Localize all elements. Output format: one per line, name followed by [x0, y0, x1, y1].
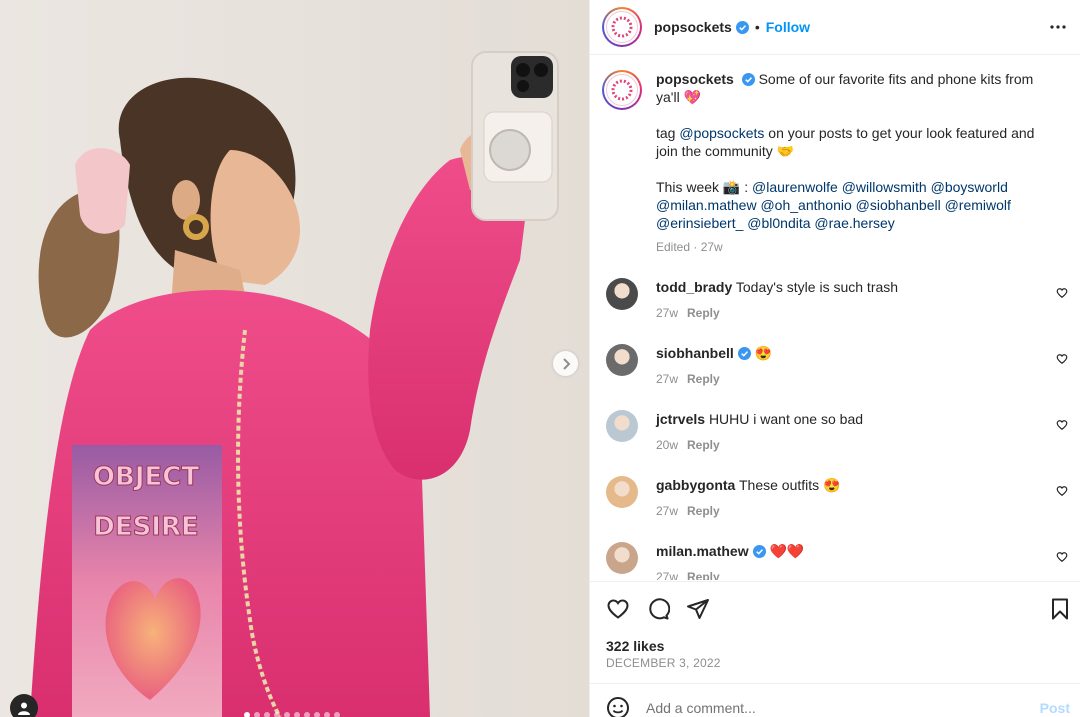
- carousel-dot: [284, 712, 290, 717]
- carousel-dot: [304, 712, 310, 717]
- shirt-print-line-2: DESIRE: [93, 512, 199, 542]
- like-heart-icon[interactable]: [606, 597, 630, 621]
- comment-bubble-icon[interactable]: [646, 597, 670, 621]
- mention-link[interactable]: @erinsiebert_: [656, 215, 743, 231]
- caption-text-3-pre: This week 📸 :: [656, 179, 753, 195]
- verified-badge-icon: [735, 20, 749, 34]
- mention-link[interactable]: @willowsmith: [842, 179, 927, 195]
- add-comment-bar: Post: [590, 683, 1080, 717]
- user-icon: [18, 702, 30, 715]
- comment-username[interactable]: milan.mathew: [656, 543, 749, 559]
- carousel-dot: [264, 712, 270, 717]
- header-separator: •: [754, 19, 760, 35]
- comment-username[interactable]: jctrvels: [656, 411, 705, 427]
- comment-input[interactable]: [646, 700, 1026, 716]
- caption-meta: Edited · 27w: [656, 240, 723, 254]
- caption-text-2-pre: tag: [656, 125, 680, 141]
- next-image-button[interactable]: [553, 351, 578, 376]
- comment-item: siobhanbell 😍 27w Reply: [606, 344, 1074, 388]
- post-comment-button[interactable]: Post: [1040, 700, 1070, 716]
- share-send-icon[interactable]: [686, 597, 710, 621]
- mention-link[interactable]: @siobhanbell: [856, 197, 941, 213]
- photo-scene: OBJECT DESIRE: [0, 0, 589, 717]
- post-actions: 322 likes DECEMBER 3, 2022: [590, 581, 1080, 683]
- more-options-icon[interactable]: [1048, 22, 1068, 32]
- comment-like-heart-icon[interactable]: [1056, 551, 1068, 563]
- comment-like-heart-icon[interactable]: [1056, 287, 1068, 299]
- comment-avatar[interactable]: [606, 410, 638, 442]
- comment-username[interactable]: siobhanbell: [656, 345, 734, 361]
- comment-item: milan.mathew ❤️❤️ 27w Reply: [606, 542, 1074, 580]
- verified-badge-icon: [737, 347, 751, 360]
- comment-username[interactable]: todd_brady: [656, 279, 732, 295]
- comment-like-heart-icon[interactable]: [1056, 485, 1068, 497]
- carousel-dot: [324, 712, 330, 717]
- comment-text: 😍: [754, 345, 773, 361]
- carousel-indicator: [244, 712, 340, 717]
- reply-button[interactable]: Reply: [687, 504, 720, 518]
- mention-link[interactable]: @laurenwolfe: [752, 179, 838, 195]
- author-username[interactable]: popsockets: [654, 19, 732, 35]
- comment-username[interactable]: gabbygonta: [656, 477, 735, 493]
- caption-time: 27w: [700, 240, 723, 254]
- mention-link[interactable]: @bl0ndita: [747, 215, 810, 231]
- mention-link[interactable]: @remiwolf: [945, 197, 1011, 213]
- comment-time: 27w: [656, 570, 679, 580]
- carousel-dot: [274, 712, 280, 717]
- post-caption: popsockets Some of our favorite fits and…: [590, 56, 1080, 256]
- comment-text: HUHU i want one so bad: [708, 411, 864, 427]
- comment-like-heart-icon[interactable]: [1056, 353, 1068, 365]
- comment-text: ❤️❤️: [769, 543, 805, 559]
- reply-button[interactable]: Reply: [687, 438, 720, 452]
- edited-label: Edited: [656, 240, 691, 254]
- comment-time: 27w: [656, 306, 679, 320]
- comment-item: jctrvels HUHU i want one so bad 20w Reply: [606, 410, 1074, 454]
- author-avatar[interactable]: [602, 7, 642, 47]
- tagged-users-button[interactable]: [10, 694, 38, 717]
- caption-username[interactable]: popsockets: [656, 71, 734, 87]
- reply-button[interactable]: Reply: [687, 306, 720, 320]
- comment-avatar[interactable]: [606, 542, 638, 574]
- comment-item: gabbygonta These outfits 😍 27w Reply: [606, 476, 1074, 520]
- save-bookmark-icon[interactable]: [1048, 597, 1072, 621]
- carousel-dot: [294, 712, 300, 717]
- mention-link[interactable]: @oh_anthonio: [760, 197, 851, 213]
- mention-link[interactable]: @rae.hersey: [814, 215, 894, 231]
- post-date: DECEMBER 3, 2022: [606, 656, 721, 670]
- follow-button[interactable]: Follow: [766, 19, 810, 35]
- post-side-panel: popsockets • Follow popsockets Some of o…: [589, 0, 1080, 717]
- mention-link[interactable]: @popsockets: [679, 125, 764, 141]
- comments-scroll-area[interactable]: popsockets Some of our favorite fits and…: [590, 56, 1080, 580]
- mention-link[interactable]: @milan.mathew: [656, 197, 757, 213]
- caption-author-avatar[interactable]: [602, 70, 642, 110]
- post-photo[interactable]: OBJECT DESIRE: [0, 0, 589, 717]
- comment-text: These outfits 😍: [738, 477, 841, 493]
- comment-like-heart-icon[interactable]: [1056, 419, 1068, 431]
- carousel-dot: [334, 712, 340, 717]
- comment-item: todd_brady Today's style is such trash 27…: [606, 278, 1074, 322]
- comment-time: 27w: [656, 372, 679, 386]
- carousel-dot: [314, 712, 320, 717]
- post-header: popsockets • Follow: [590, 0, 1080, 55]
- popsockets-logo-icon: [611, 16, 633, 38]
- post-viewer: OBJECT DESIRE popsockets • Follow popsoc…: [0, 0, 1080, 717]
- comment-avatar[interactable]: [606, 476, 638, 508]
- reply-button[interactable]: Reply: [687, 372, 720, 386]
- carousel-dot: [254, 712, 260, 717]
- comment-text: Today's style is such trash: [735, 279, 899, 295]
- verified-badge-icon: [752, 545, 766, 558]
- chevron-right-icon: [562, 357, 570, 370]
- emoji-icon[interactable]: [606, 696, 630, 717]
- verified-badge-icon: [741, 73, 755, 86]
- comment-time: 27w: [656, 504, 679, 518]
- comment-avatar[interactable]: [606, 344, 638, 376]
- comment-time: 20w: [656, 438, 679, 452]
- mention-link[interactable]: @boysworld: [931, 179, 1008, 195]
- reply-button[interactable]: Reply: [687, 570, 720, 580]
- popsockets-logo-icon: [611, 79, 633, 101]
- likes-count[interactable]: 322 likes: [606, 638, 664, 654]
- carousel-dot: [244, 712, 250, 717]
- shirt-print-line-1: OBJECT: [93, 462, 199, 492]
- comment-avatar[interactable]: [606, 278, 638, 310]
